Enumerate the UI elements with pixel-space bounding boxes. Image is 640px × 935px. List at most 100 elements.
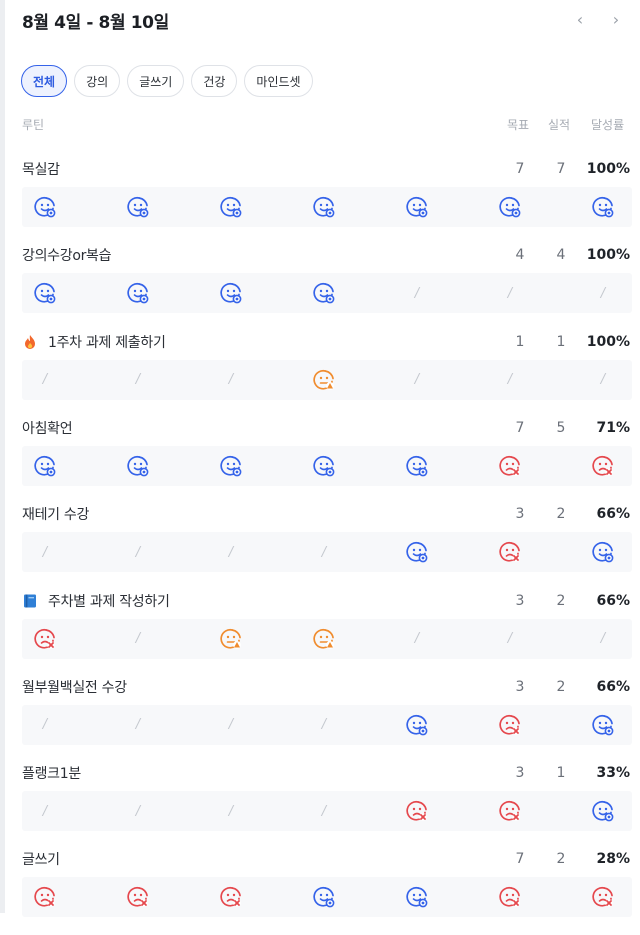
day-empty-slash[interactable]: /: [25, 791, 65, 831]
day-status-done[interactable]: [25, 446, 65, 486]
smile-face-icon: [220, 196, 242, 218]
day-empty-slash[interactable]: /: [118, 532, 158, 572]
day-status-missed[interactable]: [490, 532, 530, 572]
day-empty-slash[interactable]: /: [118, 705, 158, 745]
day-status-done[interactable]: [118, 273, 158, 313]
day-status-done[interactable]: [397, 187, 437, 227]
day-empty-slash[interactable]: /: [490, 619, 530, 659]
tab-lecture[interactable]: 강의: [74, 65, 121, 97]
routine-actual: 2: [556, 678, 566, 695]
day-status-done[interactable]: [583, 705, 623, 745]
slash-icon: /: [507, 631, 513, 646]
day-status-done[interactable]: [304, 187, 344, 227]
day-status-missed[interactable]: [583, 446, 623, 486]
day-empty-slash[interactable]: /: [304, 705, 344, 745]
tab-writing[interactable]: 글쓰기: [127, 65, 185, 97]
day-empty-slash[interactable]: /: [490, 273, 530, 313]
day-empty-slash[interactable]: /: [304, 532, 344, 572]
day-status-pending[interactable]: [304, 360, 344, 400]
routine-goal: 1: [515, 333, 525, 350]
day-status-missed[interactable]: [25, 877, 65, 917]
day-status-done[interactable]: [211, 446, 251, 486]
day-status-done[interactable]: [397, 705, 437, 745]
slash-icon: /: [42, 717, 48, 733]
day-status-done[interactable]: [211, 187, 251, 227]
slash-icon: /: [135, 717, 141, 733]
routine-row[interactable]: 월부월백실전 수강 3 2 66% / / / /: [0, 677, 640, 763]
day-empty-slash[interactable]: /: [25, 360, 65, 400]
day-empty-slash[interactable]: /: [118, 791, 158, 831]
chevron-right-icon[interactable]: ›: [606, 10, 626, 29]
day-status-done[interactable]: [583, 187, 623, 227]
smile-face-icon: [34, 282, 56, 304]
day-status-done[interactable]: [25, 273, 65, 313]
day-status-done[interactable]: [583, 791, 623, 831]
day-status-done[interactable]: [490, 187, 530, 227]
day-empty-slash[interactable]: /: [118, 619, 158, 659]
day-empty-slash[interactable]: /: [211, 705, 251, 745]
day-empty-slash[interactable]: /: [397, 273, 437, 313]
routine-row[interactable]: 1주차 과제 제출하기 1 1 100% / / / / / /: [0, 332, 640, 418]
smile-face-icon: [313, 196, 335, 218]
day-status-missed[interactable]: [211, 877, 251, 917]
routine-name: 강의수강or복습: [22, 245, 112, 265]
day-empty-slash[interactable]: /: [583, 619, 623, 659]
neutral-face-warning-icon: [220, 628, 242, 650]
day-status-done[interactable]: [397, 446, 437, 486]
routine-name: 아침확언: [22, 418, 73, 438]
routine-row[interactable]: 강의수강or복습 4 4 100% / / /: [0, 245, 640, 331]
smile-face-icon: [34, 196, 56, 218]
slash-icon: /: [507, 372, 513, 388]
day-status-done[interactable]: [304, 273, 344, 313]
column-header-rate: 달성률: [591, 118, 625, 132]
routine-row[interactable]: 아침확언 7 5 71%: [0, 418, 640, 504]
day-status-pending[interactable]: [211, 619, 251, 659]
day-status-missed[interactable]: [118, 877, 158, 917]
day-status-missed[interactable]: [397, 791, 437, 831]
day-status-missed[interactable]: [583, 877, 623, 917]
routine-actual: 7: [556, 161, 566, 177]
day-empty-slash[interactable]: /: [211, 532, 251, 572]
day-empty-slash[interactable]: /: [211, 360, 251, 400]
day-empty-slash[interactable]: /: [211, 791, 251, 831]
smile-face-icon: [34, 455, 56, 477]
day-empty-slash[interactable]: /: [583, 273, 623, 313]
day-status-done[interactable]: [583, 532, 623, 572]
day-status-missed[interactable]: [490, 791, 530, 831]
smile-face-icon: [592, 541, 614, 563]
day-empty-slash[interactable]: /: [490, 360, 530, 400]
day-status-done[interactable]: [118, 187, 158, 227]
day-empty-slash[interactable]: /: [397, 619, 437, 659]
routine-row[interactable]: 재테기 수강 3 2 66% / / / /: [0, 504, 640, 590]
day-status-missed[interactable]: [490, 705, 530, 745]
tab-mindset[interactable]: 마인드셋: [244, 65, 313, 97]
day-empty-slash[interactable]: /: [583, 360, 623, 400]
day-status-done[interactable]: [304, 877, 344, 917]
day-empty-slash[interactable]: /: [25, 532, 65, 572]
day-status-pending[interactable]: [304, 619, 344, 659]
routine-name: 목실감: [22, 159, 60, 179]
day-status-missed[interactable]: [490, 877, 530, 917]
day-empty-slash[interactable]: /: [25, 705, 65, 745]
day-status-done[interactable]: [118, 446, 158, 486]
routine-row[interactable]: 목실감 7 7 100%: [0, 159, 640, 245]
day-status-done[interactable]: [304, 446, 344, 486]
tab-all[interactable]: 전체: [21, 65, 68, 97]
day-empty-slash[interactable]: /: [118, 360, 158, 400]
neutral-face-warning-icon: [313, 628, 335, 650]
day-status-done[interactable]: [211, 273, 251, 313]
day-empty-slash[interactable]: /: [304, 791, 344, 831]
routine-row[interactable]: 플랭크1분 3 1 33% / / / /: [0, 763, 640, 849]
day-status-done[interactable]: [397, 877, 437, 917]
day-status-missed[interactable]: [25, 619, 65, 659]
day-status-missed[interactable]: [490, 446, 530, 486]
day-empty-slash[interactable]: /: [397, 360, 437, 400]
routine-row[interactable]: 주차별 과제 작성하기 3 2 66% / / / /: [0, 591, 640, 677]
day-status-done[interactable]: [397, 532, 437, 572]
chevron-left-icon[interactable]: ‹: [570, 10, 590, 29]
routine-row[interactable]: 글쓰기 7 2 28%: [0, 849, 640, 935]
day-status-done[interactable]: [25, 187, 65, 227]
routine-actual: 2: [556, 851, 566, 868]
routine-rate: 100%: [586, 333, 630, 350]
tab-health[interactable]: 건강: [191, 65, 238, 97]
